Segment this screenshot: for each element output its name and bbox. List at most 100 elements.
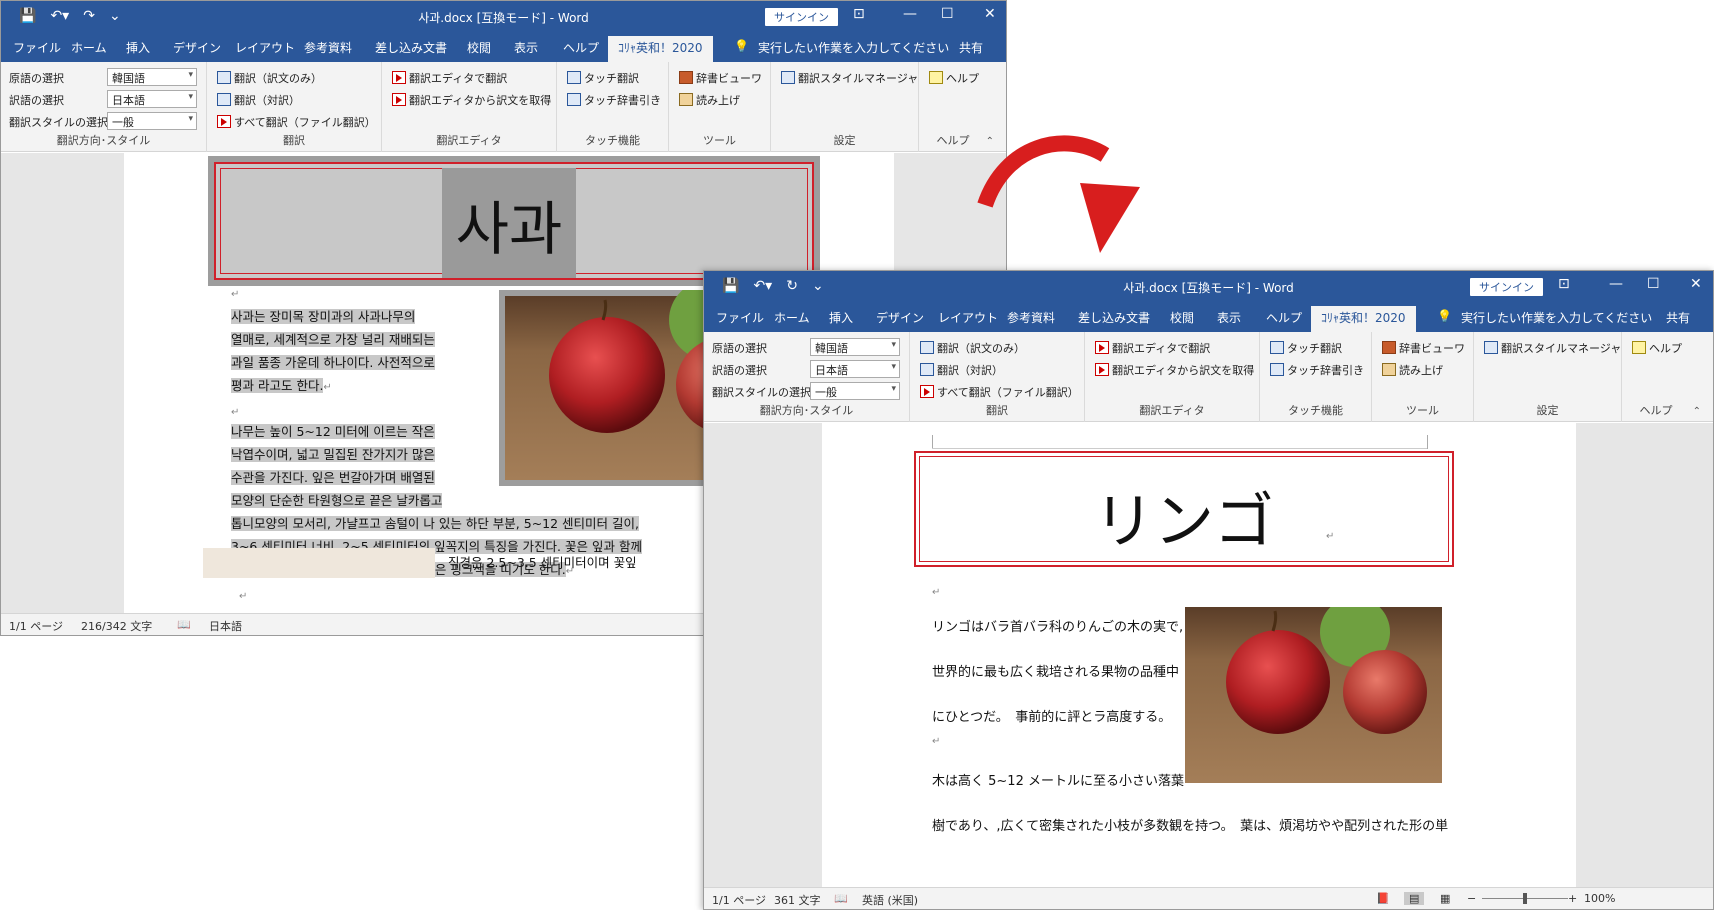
translate-pair-button[interactable]: 翻訳（対訳）	[217, 92, 300, 108]
tab-home[interactable]: ホーム	[71, 39, 107, 56]
tab-view[interactable]: 表示	[1217, 309, 1241, 326]
tab-references[interactable]: 参考資料	[304, 39, 352, 56]
read-mode-icon[interactable]: 📕	[1376, 892, 1390, 905]
ribbon-display-icon[interactable]: ⊡	[853, 6, 865, 22]
tab-korya-eiwa[interactable]: ｺﾘｬ英和！2020	[1311, 306, 1416, 332]
editor-translate-button[interactable]: 翻訳エディタで翻訳	[392, 70, 507, 86]
src-lang-select[interactable]: 韓国語	[107, 68, 197, 86]
help-button[interactable]: ヘルプ	[929, 70, 979, 86]
group-settings: 翻訳スタイルマネージャ 設定	[771, 62, 919, 152]
tab-review[interactable]: 校閲	[1170, 309, 1194, 326]
translate-all-button[interactable]: すべて翻訳（ファイル翻訳）	[217, 114, 376, 130]
style-manager-label: 翻訳スタイルマネージャ	[798, 72, 919, 85]
tgt-lang-select[interactable]: 日本語	[107, 90, 197, 108]
style-select[interactable]: 一般	[107, 112, 197, 130]
touch-dict-button[interactable]: タッチ辞書引き	[1270, 362, 1364, 378]
maximize-icon[interactable]: ☐	[941, 6, 954, 22]
word-count[interactable]: 216/342 文字	[81, 618, 152, 634]
translate-pair-label: 翻訳（対訳）	[937, 364, 1003, 377]
editor-translate-button[interactable]: 翻訳エディタで翻訳	[1095, 340, 1210, 356]
minimize-icon[interactable]: —	[903, 6, 917, 22]
tab-help[interactable]: ヘルプ	[1266, 309, 1302, 326]
proofing-icon[interactable]: 📖	[834, 892, 848, 905]
editor-get-button[interactable]: 翻訳エディタから訳文を取得	[392, 92, 551, 108]
share-button[interactable]: 共有	[1666, 309, 1690, 326]
collapse-ribbon-icon[interactable]: ⌃	[1693, 406, 1701, 417]
tab-insert[interactable]: 挿入	[126, 39, 150, 56]
zoom-slider[interactable]	[1482, 893, 1568, 904]
minimize-icon[interactable]: —	[1609, 276, 1623, 292]
tab-design[interactable]: デザイン	[173, 39, 221, 56]
tell-me-input[interactable]: 実行したい作業を入力してください	[758, 39, 949, 56]
zoom-level[interactable]: 100%	[1584, 892, 1615, 905]
tab-insert[interactable]: 挿入	[829, 309, 853, 326]
dict-viewer-label: 辞書ビューワ	[696, 72, 762, 85]
title-bar: 💾 ↶▾ ↷ ⌄ 사과.docx [互換モード] - Word サインイン ⊡ …	[1, 1, 1006, 33]
tab-mailings[interactable]: 差し込み文書	[375, 39, 447, 56]
zoom-out-icon[interactable]: −	[1467, 892, 1476, 905]
tab-review[interactable]: 校閲	[467, 39, 491, 56]
proofing-icon[interactable]: 📖	[177, 618, 191, 631]
src-lang-select[interactable]: 韓国語	[810, 338, 900, 356]
tab-layout[interactable]: レイアウト	[235, 39, 295, 56]
word-count[interactable]: 361 文字	[774, 892, 821, 908]
touch-dict-button[interactable]: タッチ辞書引き	[567, 92, 661, 108]
style-manager-button[interactable]: 翻訳スタイルマネージャ	[781, 70, 918, 86]
tab-references[interactable]: 参考資料	[1007, 309, 1055, 326]
doc-title: 사과	[455, 195, 563, 263]
read-aloud-button[interactable]: 読み上げ	[679, 92, 740, 108]
editor-translate-icon	[1095, 341, 1109, 354]
close-icon[interactable]: ✕	[1690, 276, 1702, 292]
group-translate-label: 翻訳	[986, 404, 1008, 417]
editor-translate-label: 翻訳エディタで翻訳	[409, 72, 508, 85]
dict-viewer-button[interactable]: 辞書ビューワ	[1382, 340, 1465, 356]
help-button[interactable]: ヘルプ	[1632, 340, 1682, 356]
word-window-japanese: 💾 ↶▾ ↻ ⌄ 사과.docx [互換モード] - Word サインイン ⊡ …	[703, 270, 1714, 910]
second-image-edge	[203, 548, 435, 578]
tab-help[interactable]: ヘルプ	[563, 39, 599, 56]
tab-mailings[interactable]: 差し込み文書	[1078, 309, 1150, 326]
tab-home[interactable]: ホーム	[774, 309, 810, 326]
editor-get-button[interactable]: 翻訳エディタから訳文を取得	[1095, 362, 1254, 378]
tab-design[interactable]: デザイン	[876, 309, 924, 326]
document-area: リンゴ ↵ ↵ リンゴはバラ首バラ科のりんごの木の実で, 世界的に最も広く栽培さ…	[704, 423, 1713, 893]
tab-korya-eiwa[interactable]: ｺﾘｬ英和！2020	[608, 36, 713, 62]
tab-file[interactable]: ファイル	[13, 39, 61, 56]
zoom-slider-thumb[interactable]	[1523, 893, 1527, 904]
touch-translate-button[interactable]: タッチ翻訳	[567, 70, 639, 86]
translate-pair-label: 翻訳（対訳）	[234, 94, 300, 107]
tab-layout[interactable]: レイアウト	[938, 309, 998, 326]
read-aloud-button[interactable]: 読み上げ	[1382, 362, 1443, 378]
group-translate-label: 翻訳	[283, 134, 305, 147]
style-manager-button[interactable]: 翻訳スタイルマネージャ	[1484, 340, 1621, 356]
translate-only-button[interactable]: 翻訳（訳文のみ）	[920, 340, 1025, 356]
document-page[interactable]: リンゴ ↵ ↵ リンゴはバラ首バラ科のりんごの木の実で, 世界的に最も広く栽培さ…	[822, 423, 1576, 893]
tgt-lang-select[interactable]: 日本語	[810, 360, 900, 378]
close-icon[interactable]: ✕	[984, 6, 996, 22]
web-layout-icon[interactable]: ▦	[1440, 892, 1450, 905]
translate-pair-button[interactable]: 翻訳（対訳）	[920, 362, 1003, 378]
style-select[interactable]: 一般	[810, 382, 900, 400]
group-touch: タッチ翻訳 タッチ辞書引き タッチ機能	[1260, 332, 1372, 422]
print-layout-icon[interactable]: ▤	[1404, 892, 1425, 905]
tab-view[interactable]: 表示	[514, 39, 538, 56]
paragraph-mark: ↵	[1326, 531, 1335, 542]
translate-only-button[interactable]: 翻訳（訳文のみ）	[217, 70, 322, 86]
maximize-icon[interactable]: ☐	[1647, 276, 1660, 292]
tab-file[interactable]: ファイル	[716, 309, 764, 326]
signin-button[interactable]: サインイン	[1470, 278, 1543, 296]
translate-all-button[interactable]: すべて翻訳（ファイル翻訳）	[920, 384, 1079, 400]
page-count[interactable]: 1/1 ページ	[9, 618, 63, 634]
apple-photo[interactable]	[1185, 607, 1442, 783]
jp-line: 世界的に最も広く栽培される果物の品種中	[932, 665, 1180, 680]
language-indicator[interactable]: 日本語	[209, 618, 242, 634]
touch-translate-button[interactable]: タッチ翻訳	[1270, 340, 1342, 356]
tell-me-input[interactable]: 実行したい作業を入力してください	[1461, 309, 1652, 326]
ribbon-display-icon[interactable]: ⊡	[1558, 276, 1570, 292]
language-indicator[interactable]: 英語 (米国)	[862, 892, 918, 908]
page-count[interactable]: 1/1 ページ	[712, 892, 766, 908]
zoom-in-icon[interactable]: +	[1568, 892, 1577, 905]
share-button[interactable]: 共有	[959, 39, 983, 56]
signin-button[interactable]: サインイン	[765, 8, 838, 26]
dict-viewer-button[interactable]: 辞書ビューワ	[679, 70, 762, 86]
